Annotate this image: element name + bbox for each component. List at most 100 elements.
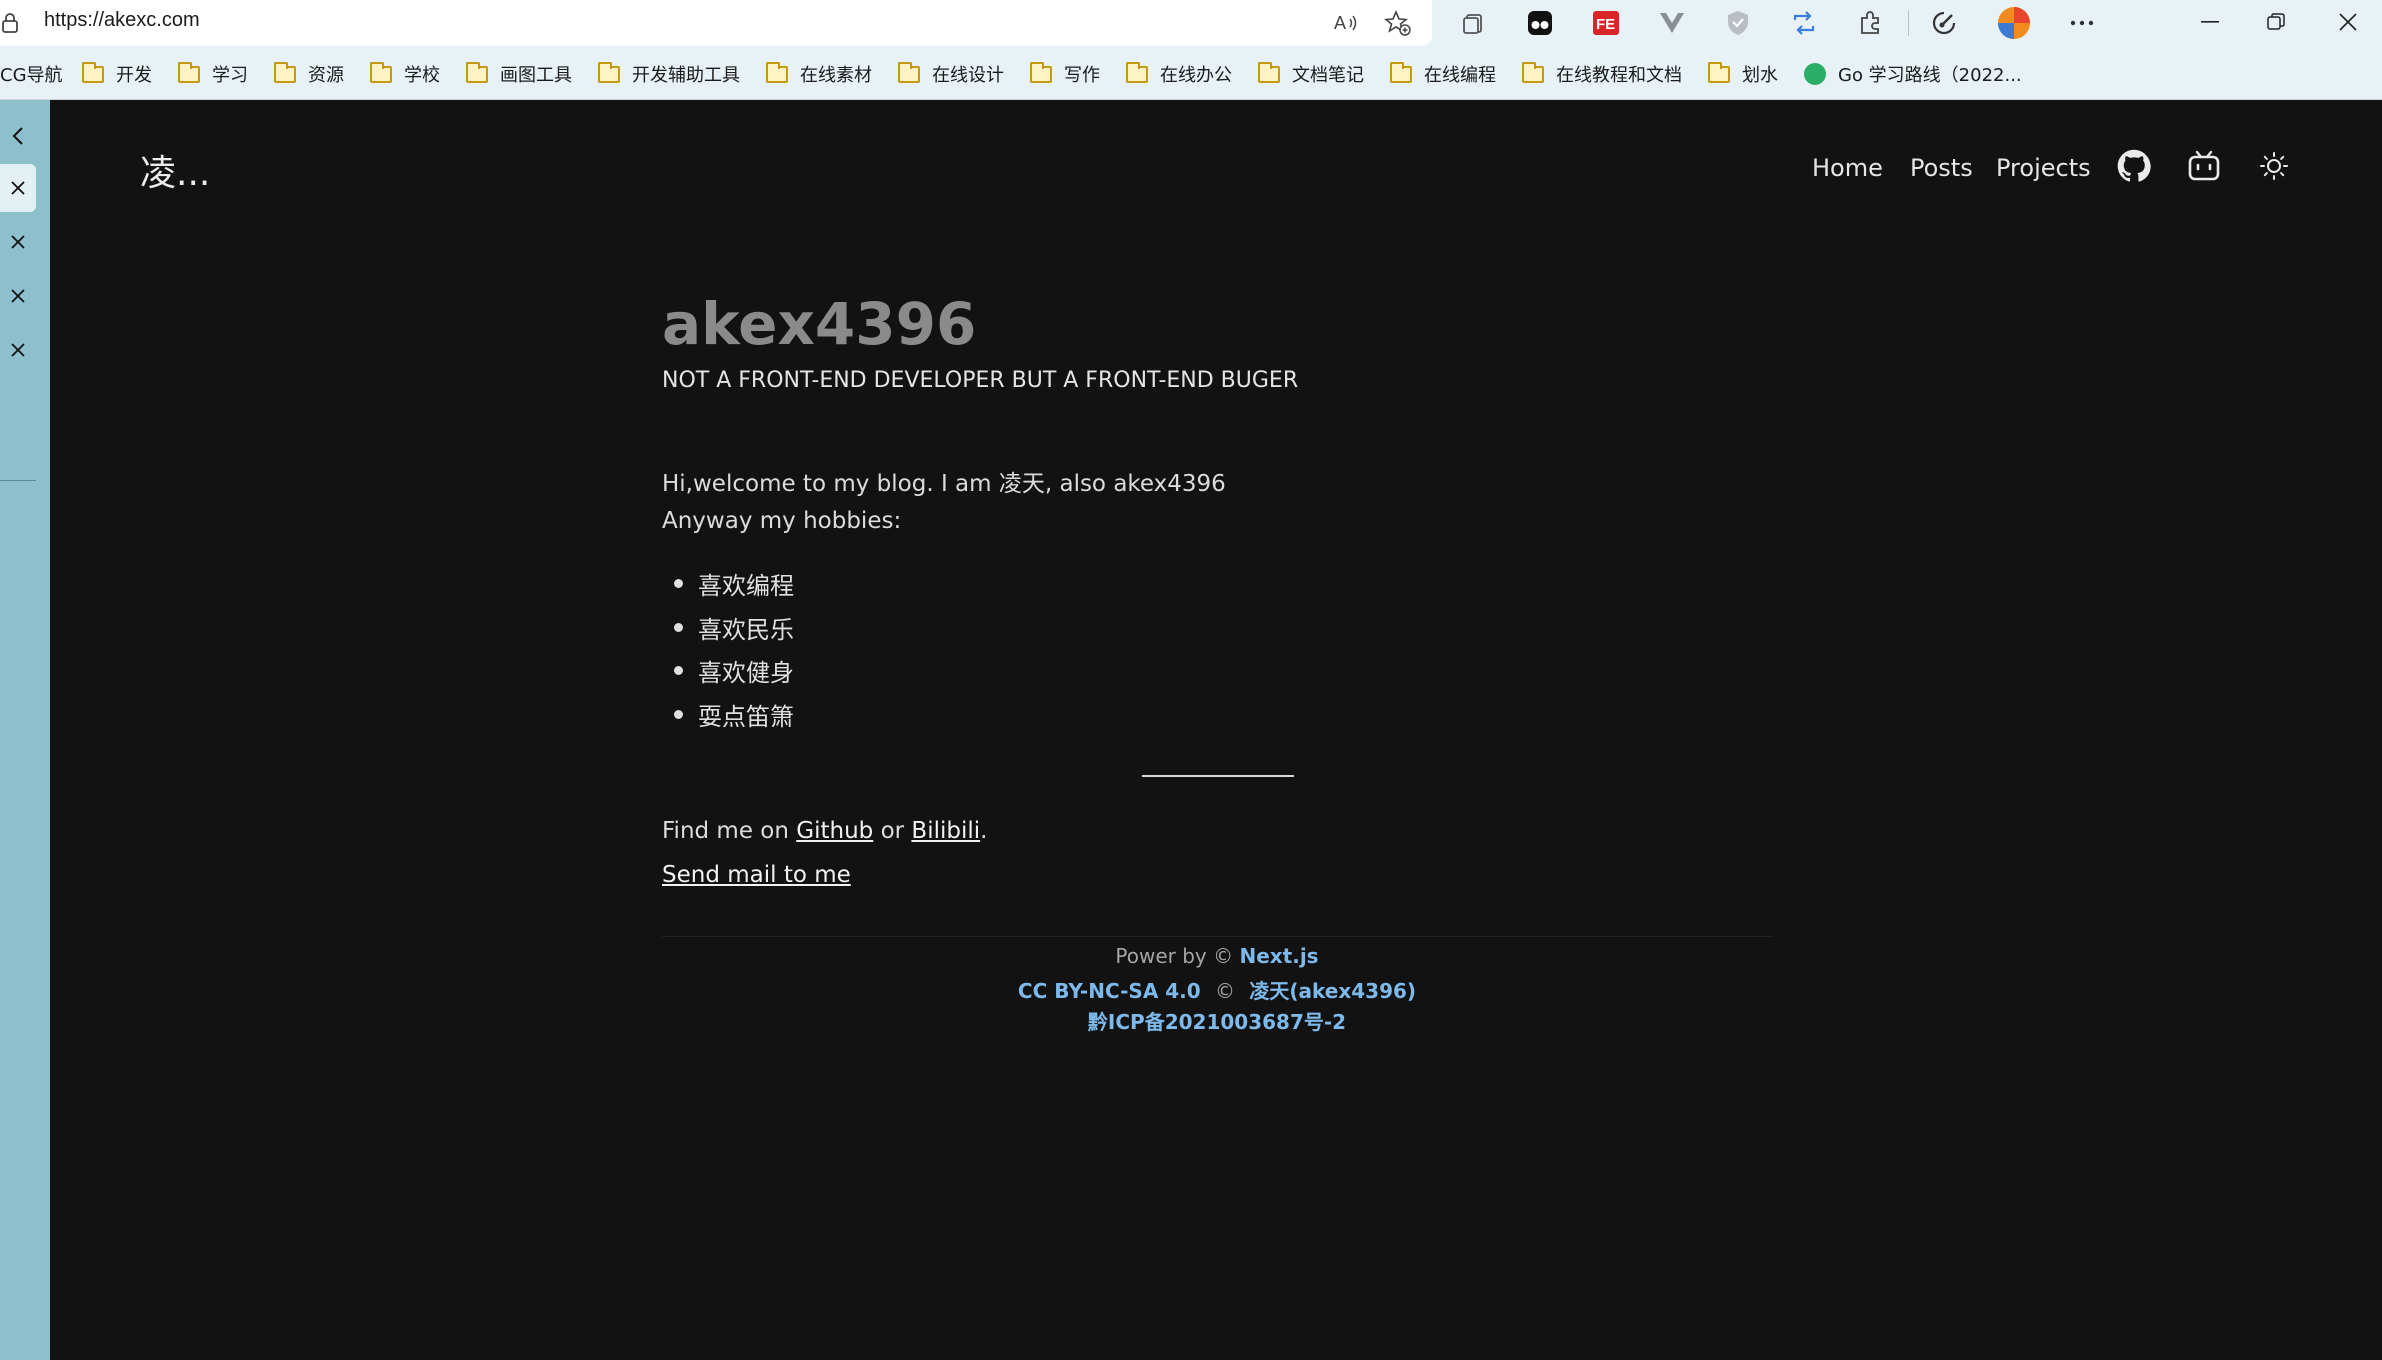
footer-divider [662,936,1772,937]
bookmark-label: 文档笔记 [1292,65,1364,86]
bookmark-folder[interactable]: 在线编程 [1390,60,1496,88]
folder-icon [766,61,788,83]
sidebar-divider [0,480,36,481]
nav-home[interactable]: Home [1812,150,1883,186]
folder-icon [274,61,296,83]
lock-icon [2,13,18,33]
mail-line: Send mail to me [662,862,851,888]
list-item: 耍点笛箫 [674,697,794,732]
bookmark-folder[interactable]: 写作 [1030,60,1100,88]
close-tab-icon[interactable] [0,272,36,320]
section-divider [1142,775,1294,777]
bookmark-label: 开发辅助工具 [632,65,740,86]
github-link[interactable]: Github [796,818,873,844]
bookmarks-bar: CG导航 开发 学习 资源 学校 画图工具 开发辅助工具 在线素材 在线设计 写… [0,46,2382,100]
close-window-icon[interactable] [2316,0,2380,44]
bookmark-label: 画图工具 [500,65,572,86]
nav-projects[interactable]: Projects [1996,150,2091,186]
folder-icon [1030,61,1052,83]
vertical-tabs-strip [0,100,50,1360]
bookmark-label: 开发 [116,65,152,86]
wechat-icon [1804,63,1826,85]
bookmark-label: 在线编程 [1424,65,1496,86]
theme-toggle-sun-icon[interactable] [2254,146,2294,186]
extensions-puzzle-icon[interactable] [1852,6,1888,40]
copyright-symbol: © [1215,979,1236,1003]
svg-text:A: A [1334,13,1346,33]
list-item: 喜欢健身 [674,653,794,688]
bookmark-folder[interactable]: 划水 [1708,60,1778,88]
extension-vue-devtools-icon[interactable] [1654,6,1690,40]
minimize-icon[interactable] [2178,0,2242,44]
bookmark-label: 划水 [1742,65,1778,86]
svg-text:FE: FE [1596,16,1615,33]
bookmark-folder[interactable]: 在线教程和文档 [1522,60,1682,88]
page-subtitle: NOT A FRONT-END DEVELOPER BUT A FRONT-EN… [662,368,1299,393]
browser-toolbar: https://akexc.com A FE [0,0,2382,46]
bookmark-folder[interactable]: 学校 [370,60,440,88]
extension-shield-icon[interactable] [1720,6,1756,40]
bookmark-folder[interactable]: 在线素材 [766,60,872,88]
nav-posts[interactable]: Posts [1910,150,1973,186]
more-options-icon[interactable] [2064,6,2100,40]
bookmark-folder[interactable]: 在线设计 [898,60,1004,88]
folder-icon [1708,61,1730,83]
collections-icon[interactable] [1456,6,1492,40]
folder-icon [178,61,200,83]
read-aloud-icon[interactable]: A [1330,8,1362,38]
site-logo[interactable]: 凌... [140,144,210,196]
folder-icon [598,61,620,83]
favorite-add-icon[interactable] [1382,8,1414,38]
bookmark-folder[interactable]: 在线办公 [1126,60,1232,88]
bookmark-folder[interactable]: 文档笔记 [1258,60,1364,88]
folder-icon [1258,61,1280,83]
folder-icon [1390,61,1412,83]
performance-icon[interactable] [1926,6,1962,40]
send-mail-link[interactable]: Send mail to me [662,862,851,888]
list-item: 喜欢编程 [674,566,794,601]
bookmark-folder[interactable]: 画图工具 [466,60,572,88]
bookmark-label: Go 学习路线（2022... [1838,65,2022,86]
bookmark-label: 学习 [212,65,248,86]
close-tab-icon[interactable] [0,218,36,266]
author-link[interactable]: 凌天(akex4396) [1249,979,1416,1003]
bookmark-label: 资源 [308,65,344,86]
url-text[interactable]: https://akexc.com [44,9,200,32]
extension-fe-helper-icon[interactable]: FE [1588,6,1624,40]
bookmark-folder[interactable]: 资源 [274,60,344,88]
icp-link[interactable]: 黔ICP备2021003687号-2 [1088,1010,1346,1034]
bilibili-link[interactable]: Bilibili [911,818,980,844]
folder-icon [1126,61,1148,83]
list-item: 喜欢民乐 [674,610,794,645]
license-link[interactable]: CC BY-NC-SA 4.0 [1018,979,1201,1003]
icp-line: 黔ICP备2021003687号-2 [662,1006,1772,1035]
folder-icon [82,61,104,83]
extension-tampermonkey-icon[interactable] [1522,6,1558,40]
collapse-chevron-icon[interactable] [0,112,36,160]
address-bar[interactable]: https://akexc.com A [0,0,1432,46]
powered-by-text: Power by © [1115,944,1240,968]
folder-icon [1522,61,1544,83]
close-tab-icon[interactable] [0,164,36,212]
bookmark-item[interactable]: CG导航 [0,60,63,88]
bookmark-item[interactable]: Go 学习路线（2022... [1804,60,2022,88]
period-text: . [980,818,988,844]
profile-avatar-icon[interactable] [1996,6,2032,40]
folder-icon [370,61,392,83]
bookmark-label: 写作 [1064,65,1100,86]
bilibili-icon[interactable] [2184,146,2224,186]
find-me-line: Find me on Github or Bilibili. [662,818,987,844]
intro-text: Hi,welcome to my blog. I am 凌天, also ake… [662,471,1226,497]
bookmark-folder[interactable]: 学习 [178,60,248,88]
extension-sync-icon[interactable] [1786,6,1822,40]
bookmark-folder[interactable]: 开发 [82,60,152,88]
nextjs-link[interactable]: Next.js [1239,944,1318,968]
bookmark-label: CG导航 [0,65,63,86]
bookmark-folder[interactable]: 开发辅助工具 [598,60,740,88]
bookmark-label: 在线设计 [932,65,1004,86]
toolbar-divider [1908,10,1909,36]
bookmark-label: 学校 [404,65,440,86]
close-tab-icon[interactable] [0,326,36,374]
restore-icon[interactable] [2244,0,2308,44]
github-icon[interactable] [2114,146,2154,186]
